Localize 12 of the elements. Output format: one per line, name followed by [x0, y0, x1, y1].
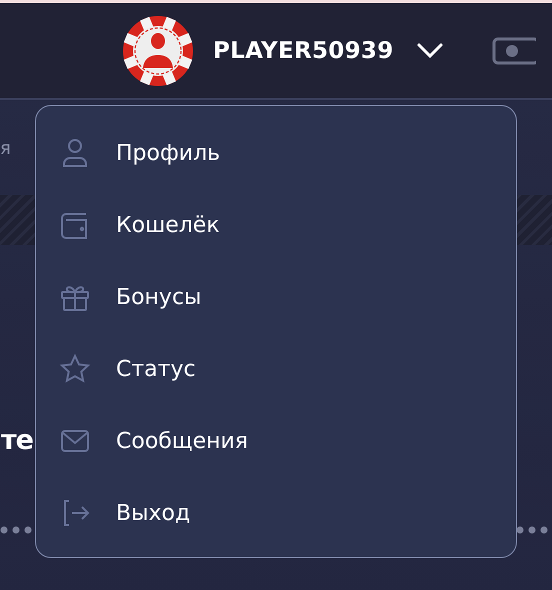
- chevron-icon[interactable]: [416, 42, 444, 60]
- username[interactable]: PLAYER50939: [213, 38, 394, 64]
- banknote-icon[interactable]: [492, 36, 536, 64]
- menu-item[interactable]: Сообщения: [116, 428, 248, 454]
- menu-item[interactable]: Профиль: [116, 140, 220, 166]
- menu-item[interactable]: Бонусы: [116, 284, 202, 310]
- menu-item[interactable]: Кошелёк: [116, 212, 220, 238]
- menu-item[interactable]: Выход: [116, 500, 190, 526]
- menu-item[interactable]: Статус: [116, 356, 196, 382]
- page-heading: те: [1, 424, 33, 458]
- avatar-icon[interactable]: [122, 14, 194, 86]
- nav-text[interactable]: я: [0, 138, 11, 159]
